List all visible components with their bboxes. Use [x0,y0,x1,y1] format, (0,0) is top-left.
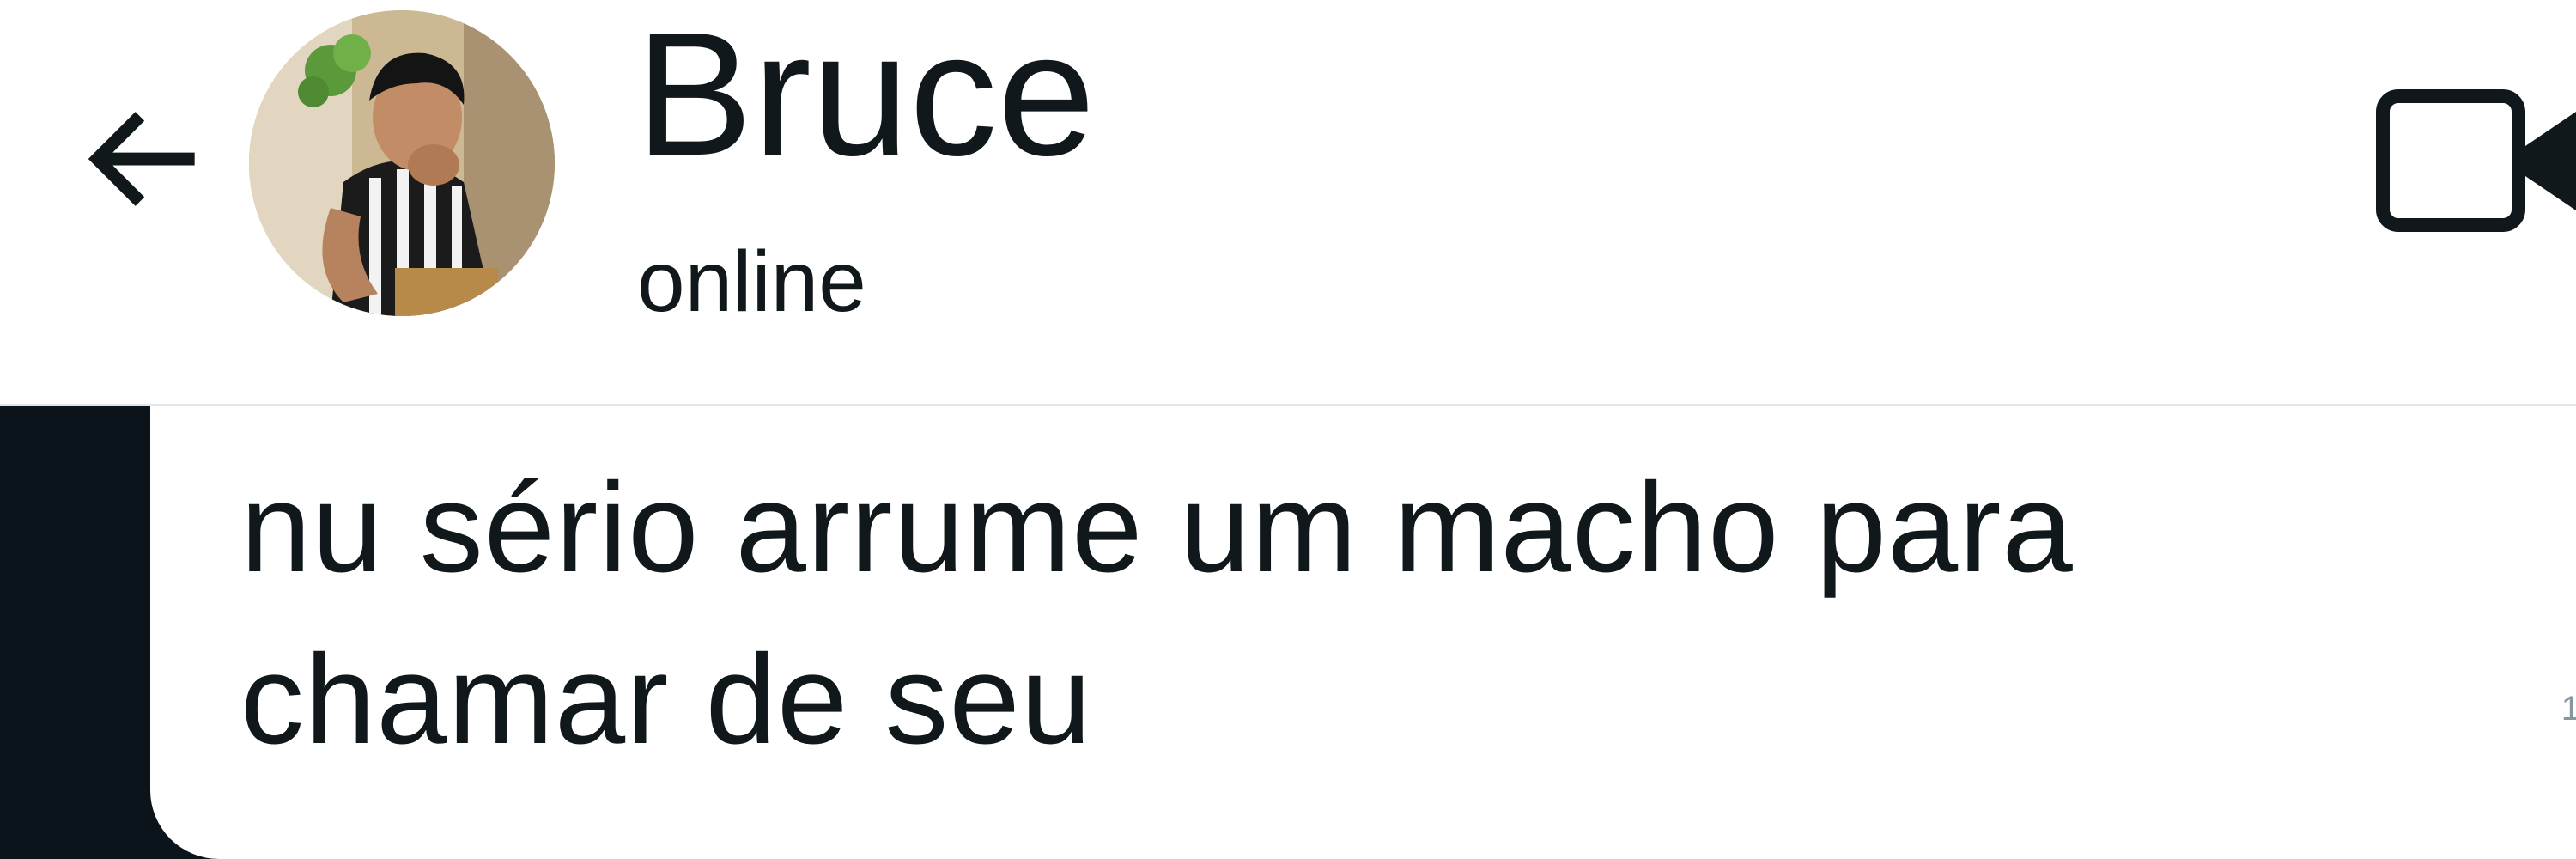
message-text: nu sério arrume um macho para chamar de … [240,442,2559,786]
message-list[interactable]: nu sério arrume um macho para chamar de … [0,406,2576,859]
profile-photo [249,10,555,316]
contact-status: online [637,234,866,330]
message-text-line: nu sério arrume um macho para [240,457,2074,599]
chat-screen: Bruce online nu sério arrume um macho pa… [0,0,2576,859]
chat-header: Bruce online [0,0,2576,406]
video-camera-icon [2376,89,2576,232]
incoming-message-bubble[interactable]: nu sério arrume um macho para chamar de … [150,406,2576,859]
arrow-left-icon [88,112,195,206]
message-timestamp: 1 [2561,690,2576,728]
video-call-button[interactable] [2366,77,2576,249]
contact-name[interactable]: Bruce [635,0,1096,189]
back-button[interactable] [69,86,223,232]
message-text-line: chamar de seu [240,629,1092,771]
avatar[interactable] [249,10,555,316]
